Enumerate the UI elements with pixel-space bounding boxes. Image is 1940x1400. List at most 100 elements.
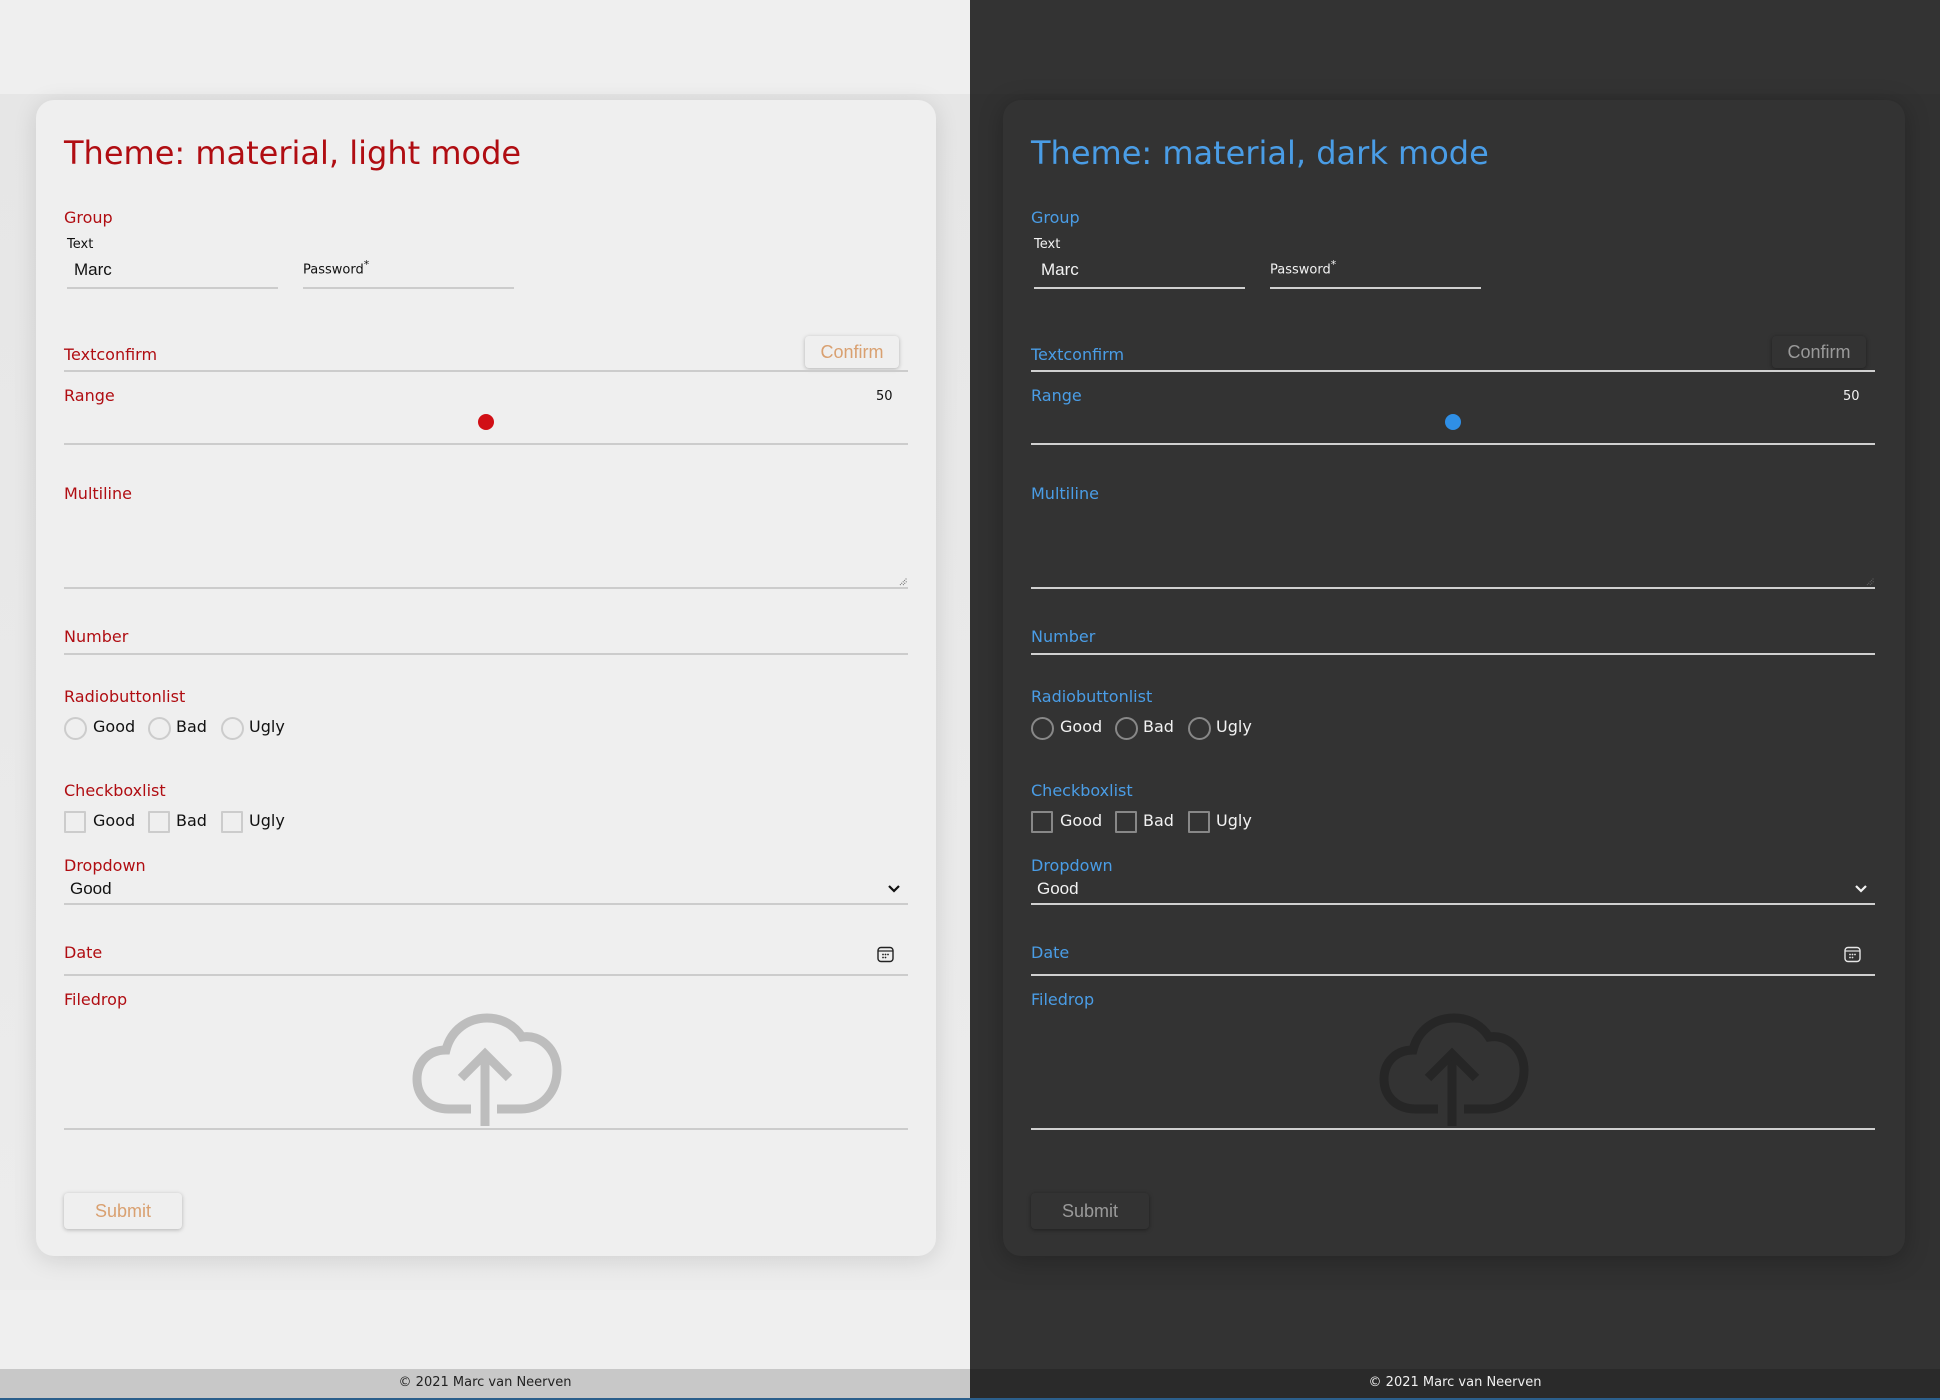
- chevron-down-icon[interactable]: [888, 885, 900, 893]
- radio-label-ugly: Ugly: [249, 717, 285, 736]
- checkbox-bad[interactable]: [148, 811, 170, 833]
- footer: © 2021 Marc van Neerven: [0, 1369, 970, 1398]
- radio-label-good: Good: [93, 717, 136, 736]
- form-card: Theme: material, light mode Group Text M…: [36, 100, 936, 1256]
- checkbox-label-ugly: Ugly: [249, 811, 285, 830]
- multiline-label: Multiline: [1031, 484, 1099, 503]
- multiline-textarea[interactable]: [1031, 510, 1875, 586]
- checkbox-good[interactable]: [1031, 811, 1053, 833]
- text-field-label: Text: [1034, 237, 1061, 252]
- radio-label-good: Good: [1060, 717, 1103, 736]
- number-input[interactable]: [64, 620, 908, 652]
- radio-good[interactable]: [64, 717, 87, 740]
- confirm-button[interactable]: Confirm: [1772, 336, 1866, 368]
- range-label: Range: [1031, 386, 1082, 405]
- range-underline: [64, 443, 908, 445]
- multiline-textarea[interactable]: [64, 510, 908, 586]
- multiline-underline: [64, 587, 908, 589]
- number-input[interactable]: [1031, 620, 1875, 652]
- filedrop-zone[interactable]: [1031, 1012, 1875, 1126]
- textconfirm-underline: [1031, 370, 1875, 372]
- dropdown-selected-value: Good: [70, 879, 112, 898]
- checkbox-label-ugly: Ugly: [1216, 811, 1252, 830]
- radio-label-bad: Bad: [176, 717, 207, 736]
- text-field-value[interactable]: Marc: [1041, 260, 1079, 280]
- checkboxlist-label: Checkboxlist: [64, 781, 166, 800]
- radio-bad[interactable]: [148, 717, 171, 740]
- date-underline: [1031, 974, 1875, 976]
- checkbox-ugly[interactable]: [1188, 811, 1210, 833]
- range-value: 50: [876, 389, 893, 404]
- filedrop-label: Filedrop: [64, 990, 128, 1009]
- range-value: 50: [1843, 389, 1860, 404]
- filedrop-underline: [1031, 1128, 1875, 1130]
- dropdown-label: Dropdown: [64, 856, 146, 875]
- cloud-upload-icon: [1379, 1013, 1529, 1126]
- range-thumb[interactable]: [1445, 414, 1461, 430]
- number-underline: [1031, 653, 1875, 655]
- filedrop-underline: [64, 1128, 908, 1130]
- radio-label-ugly: Ugly: [1216, 717, 1252, 736]
- radiobuttonlist-label: Radiobuttonlist: [1031, 687, 1153, 706]
- chevron-down-icon[interactable]: [1855, 885, 1867, 893]
- page-title: Theme: material, dark mode: [1031, 134, 1489, 172]
- multiline-underline: [1031, 587, 1875, 589]
- radio-label-bad: Bad: [1143, 717, 1174, 736]
- date-input[interactable]: [1031, 936, 1875, 972]
- group-label: Group: [64, 208, 113, 227]
- password-input[interactable]: [1270, 250, 1481, 286]
- form-card: Theme: material, dark mode Group Text Ma…: [1003, 100, 1905, 1256]
- confirm-button[interactable]: Confirm: [805, 336, 899, 368]
- radio-ugly[interactable]: [221, 717, 244, 740]
- resize-handle-icon[interactable]: [1865, 576, 1875, 586]
- group-label: Group: [1031, 208, 1080, 227]
- password-field-underline: [303, 287, 514, 289]
- filedrop-zone[interactable]: [64, 1012, 908, 1126]
- password-field-underline: [1270, 287, 1481, 289]
- range-slider[interactable]: [64, 405, 908, 439]
- date-underline: [64, 974, 908, 976]
- textconfirm-input[interactable]: [1031, 336, 1791, 370]
- calendar-icon[interactable]: [1844, 946, 1861, 963]
- range-slider[interactable]: [1031, 405, 1875, 439]
- footer: © 2021 Marc van Neerven: [970, 1369, 1940, 1398]
- text-field-label: Text: [67, 237, 94, 252]
- text-field-underline: [67, 287, 278, 289]
- page-title: Theme: material, light mode: [64, 134, 522, 172]
- calendar-icon[interactable]: [877, 946, 894, 963]
- checkbox-ugly[interactable]: [221, 811, 243, 833]
- password-input[interactable]: [303, 250, 514, 286]
- multiline-label: Multiline: [64, 484, 132, 503]
- checkbox-label-good: Good: [93, 811, 136, 830]
- textconfirm-input[interactable]: [64, 336, 824, 370]
- textconfirm-underline: [64, 370, 908, 372]
- copyright-text: © 2021 Marc van Neerven: [398, 1375, 572, 1390]
- checkbox-label-good: Good: [1060, 811, 1103, 830]
- dropdown-select[interactable]: Good: [1031, 876, 1875, 902]
- dropdown-label: Dropdown: [1031, 856, 1113, 875]
- checkboxlist-label: Checkboxlist: [1031, 781, 1133, 800]
- cloud-upload-icon: [412, 1013, 562, 1126]
- range-label: Range: [64, 386, 115, 405]
- submit-button[interactable]: Submit: [1031, 1193, 1149, 1229]
- radio-good[interactable]: [1031, 717, 1054, 740]
- checkbox-good[interactable]: [64, 811, 86, 833]
- radiobuttonlist-label: Radiobuttonlist: [64, 687, 186, 706]
- range-thumb[interactable]: [478, 414, 494, 430]
- checkbox-label-bad: Bad: [176, 811, 207, 830]
- text-field-underline: [1034, 287, 1245, 289]
- resize-handle-icon[interactable]: [898, 576, 908, 586]
- dropdown-selected-value: Good: [1037, 879, 1079, 898]
- range-underline: [1031, 443, 1875, 445]
- date-input[interactable]: [64, 936, 908, 972]
- radio-bad[interactable]: [1115, 717, 1138, 740]
- submit-button[interactable]: Submit: [64, 1193, 182, 1229]
- checkbox-bad[interactable]: [1115, 811, 1137, 833]
- checkbox-label-bad: Bad: [1143, 811, 1174, 830]
- dropdown-underline: [1031, 903, 1875, 905]
- radio-ugly[interactable]: [1188, 717, 1211, 740]
- dropdown-select[interactable]: Good: [64, 876, 908, 902]
- dark-mode-panel: Theme: material, dark mode Group Text Ma…: [970, 0, 1940, 1400]
- text-field-value[interactable]: Marc: [74, 260, 112, 280]
- dropdown-underline: [64, 903, 908, 905]
